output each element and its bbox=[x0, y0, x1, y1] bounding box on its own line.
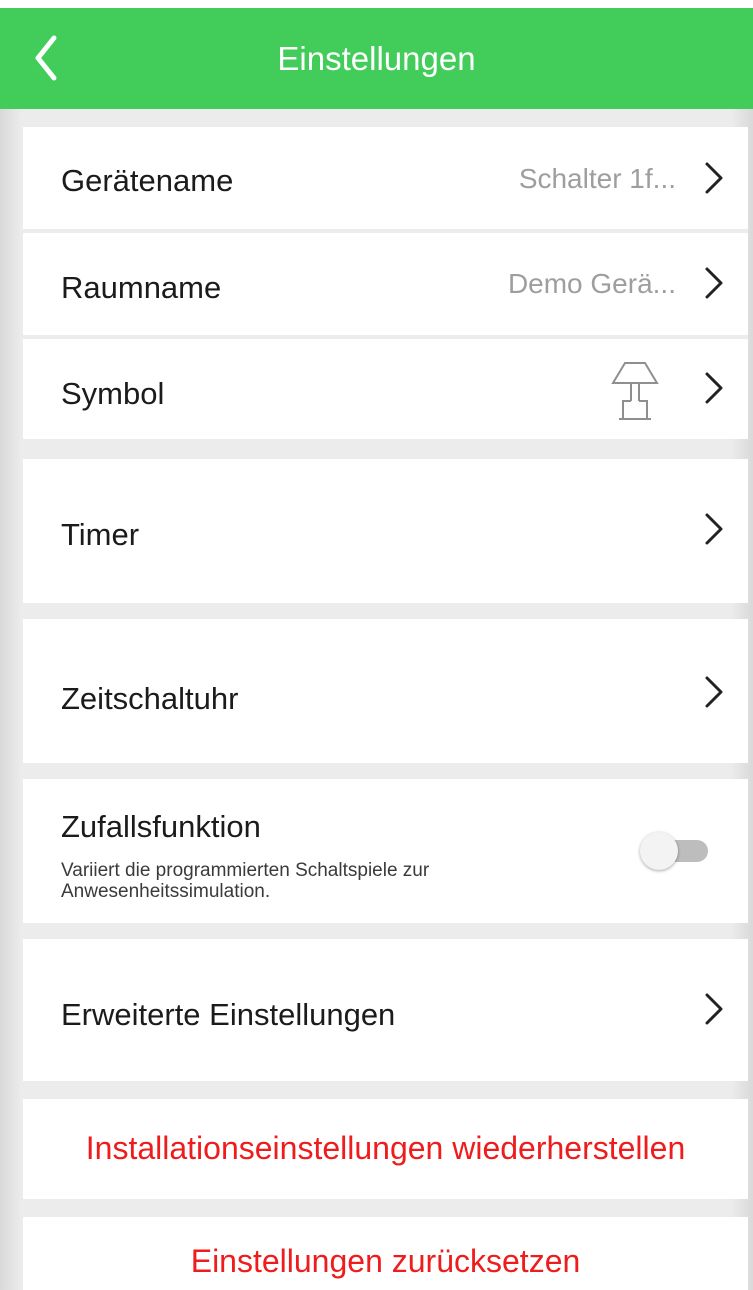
advanced-settings-label: Erweiterte Einstellungen bbox=[61, 997, 396, 1032]
device-name-label: Gerätename bbox=[61, 163, 234, 198]
chevron-right-icon bbox=[705, 676, 723, 708]
timer-row[interactable]: Timer bbox=[23, 459, 748, 603]
app-header: Einstellungen bbox=[0, 8, 753, 109]
restore-installation-button[interactable]: Installationseinstellungen wiederherstel… bbox=[23, 1099, 748, 1199]
lamp-icon bbox=[611, 362, 659, 420]
device-name-row[interactable]: Gerätename Schalter 1f... bbox=[23, 127, 748, 229]
reset-settings-label: Einstellungen zurücksetzen bbox=[190, 1243, 581, 1279]
page-title: Einstellungen bbox=[277, 40, 476, 77]
random-function-row: Zufallsfunktion Variiert die programmier… bbox=[23, 779, 748, 923]
reset-settings-button[interactable]: Einstellungen zurücksetzen bbox=[23, 1217, 748, 1290]
chevron-right-icon bbox=[705, 267, 723, 299]
advanced-settings-row[interactable]: Erweiterte Einstellungen bbox=[23, 939, 748, 1081]
time-switch-label: Zeitschaltuhr bbox=[61, 681, 239, 716]
status-strip bbox=[0, 0, 753, 8]
room-name-value: Demo Gerä... bbox=[507, 268, 676, 299]
random-function-label: Zufallsfunktion bbox=[61, 809, 261, 844]
symbol-row[interactable]: Symbol bbox=[23, 339, 748, 439]
chevron-right-icon bbox=[705, 162, 723, 194]
toggle-thumb bbox=[640, 832, 678, 870]
random-function-description: Variiert die programmierten Schaltspiele… bbox=[61, 860, 430, 902]
room-name-row[interactable]: Raumname Demo Gerä... bbox=[23, 233, 748, 335]
time-switch-row[interactable]: Zeitschaltuhr bbox=[23, 619, 748, 763]
timer-label: Timer bbox=[61, 517, 140, 552]
symbol-label: Symbol bbox=[61, 376, 165, 411]
chevron-right-icon bbox=[705, 372, 723, 404]
chevron-right-icon bbox=[705, 993, 723, 1025]
chevron-right-icon bbox=[705, 513, 723, 545]
random-function-toggle[interactable] bbox=[640, 826, 712, 874]
restore-installation-label: Installationseinstellungen wiederherstel… bbox=[85, 1130, 686, 1166]
room-name-label: Raumname bbox=[61, 270, 222, 305]
device-name-value: Schalter 1f... bbox=[518, 163, 676, 194]
settings-list: Gerätename Schalter 1f... Raumname Demo … bbox=[0, 109, 753, 1290]
